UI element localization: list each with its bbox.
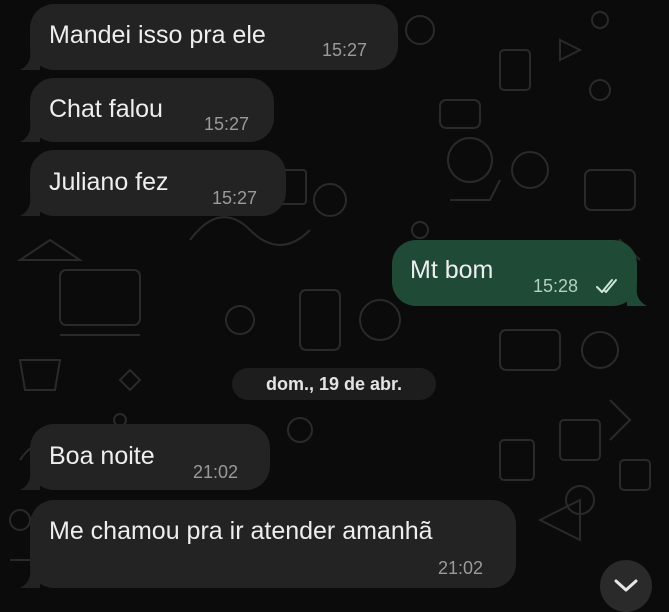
message-time: 15:28 [533, 276, 579, 296]
bubble-tail [627, 286, 647, 306]
message-bubble-incoming[interactable]: Mandei isso pra ele 15:27 [20, 4, 398, 70]
message-time: 21:02 [438, 558, 484, 578]
message-text: Mt bom [410, 256, 494, 284]
message-text: Me chamou pra ir atender amanhã [49, 517, 433, 545]
message-text: Chat falou [49, 95, 163, 123]
message-time: 15:27 [212, 188, 258, 208]
message-time: 15:27 [204, 114, 250, 134]
scroll-to-bottom-button[interactable] [600, 560, 652, 612]
message-text: Boa noite [49, 442, 155, 470]
date-separator: dom., 19 de abr. [232, 368, 436, 400]
chevron-down-icon [614, 579, 638, 592]
message-bubble-incoming[interactable]: Me chamou pra ir atender amanhã 21:02 [20, 500, 516, 588]
bubble-tail [20, 470, 40, 490]
message-bubble-outgoing[interactable]: Mt bom 15:28 [392, 240, 647, 306]
bubble-tail [20, 122, 40, 142]
message-text: Juliano fez [49, 168, 169, 196]
bubble-tail [20, 196, 40, 216]
message-time: 21:02 [193, 462, 239, 482]
double-check-icon [596, 279, 617, 293]
message-bubble-incoming[interactable]: Boa noite 21:02 [20, 424, 270, 490]
message-time: 15:27 [322, 40, 368, 60]
bubble-tail [20, 568, 40, 588]
message-bubble-incoming[interactable]: Juliano fez 15:27 [20, 150, 286, 216]
message-bubble-incoming[interactable]: Chat falou 15:27 [20, 78, 274, 142]
message-text: Mandei isso pra ele [49, 21, 266, 49]
bubble-tail [20, 50, 40, 70]
